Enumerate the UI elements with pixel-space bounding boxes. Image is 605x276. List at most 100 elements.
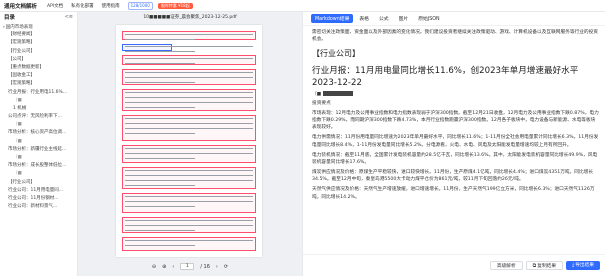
outline-item-label: 行业月报：行业用电11.6%... xyxy=(8,89,68,95)
outline-item[interactable]: 【固收金工】 xyxy=(0,72,77,80)
page-text-line xyxy=(125,46,253,48)
outline-item-label: 【固收金工】 xyxy=(8,73,35,79)
outline-item[interactable]: （■ xyxy=(0,97,77,105)
outline-header: 目录 <≡ xyxy=(0,12,77,22)
page-text-line xyxy=(125,82,195,84)
outline-item-label: （■ xyxy=(13,155,22,160)
page-text-line xyxy=(125,63,195,65)
zoom-out-icon[interactable]: ⊖ xyxy=(152,264,156,270)
outline-item[interactable]: （■ xyxy=(0,170,77,178)
page-text-line xyxy=(125,225,253,227)
page-text-line xyxy=(125,158,195,160)
page-text-line xyxy=(125,51,195,53)
tab-4[interactable]: 原始JSON xyxy=(414,14,443,23)
article-title: 行业月报：11月用电量同比增长11.6%，创2023年单月增速最好水平 2023… xyxy=(312,65,579,88)
page-text-line xyxy=(125,118,253,120)
outline-item-label: 市场分析：核心资产高位调... xyxy=(8,130,67,136)
outline-item[interactable]: （■ xyxy=(0,121,77,129)
collapse-sidebar-icon[interactable]: <≡ xyxy=(65,14,73,20)
outline-item-label: （■ xyxy=(13,122,22,128)
page-text-line xyxy=(125,185,195,187)
outline-item-label: 【宏观策略】 xyxy=(8,40,35,46)
tab-1[interactable]: 表格 xyxy=(355,14,373,23)
author-line: （■ xyxy=(312,90,600,98)
app-logo[interactable]: 通用文档解析 xyxy=(4,2,37,10)
outline-item[interactable]: 行业月报：行业用电11.6%... xyxy=(0,89,77,97)
pdf-filename: 10■■■■■证券_晨会聚焦_2023-12-25.pdf xyxy=(143,15,237,20)
outline-item-label: 【行业公司】 xyxy=(8,48,35,54)
outline-item[interactable]: 【宏观策略】 xyxy=(0,80,77,88)
body-paragraph: 市场表现：12月电力及公用事业指数和电力指数表现弱于沪深300指数。截至12月2… xyxy=(312,110,599,131)
pdf-viewer: 10■■■■■证券_晨会聚焦_2023-12-25.pdf ⊖ ⊕ ‹ 1 / … xyxy=(78,12,302,276)
outline-item[interactable]: 【财经要闻】 xyxy=(0,31,77,39)
page-text-line xyxy=(125,180,253,182)
next-page-icon[interactable]: › xyxy=(216,264,218,270)
outline-item[interactable]: ▾国内市场表现 xyxy=(0,23,77,31)
outline-item[interactable]: 【行业公司】 xyxy=(0,179,77,187)
nav-private-deploy[interactable]: 私有化部署 xyxy=(71,3,94,9)
outline-item[interactable]: （■ xyxy=(0,154,77,162)
page-text-line xyxy=(125,201,253,203)
outline-item[interactable]: 行业公司：新材料景气... xyxy=(0,203,77,211)
outline-item[interactable]: （■ xyxy=(0,138,77,146)
outline-item[interactable]: 【重点数据更新】 xyxy=(0,64,77,72)
outline-item-label: 公司点评：无风险利率下... xyxy=(8,114,62,120)
outline-item[interactable]: 【行业公司】 xyxy=(0,48,77,56)
page-text-line xyxy=(125,39,195,41)
tab-2[interactable]: 公式 xyxy=(375,14,393,23)
page-text-line xyxy=(125,123,253,125)
outline-item-label: 行业公司：新材料景气... xyxy=(8,204,58,210)
body-paragraphs: 市场表现：12月电力及公用事业指数和电力指数表现弱于沪深300指数。截至12月2… xyxy=(312,110,600,201)
page-text-line xyxy=(125,107,195,109)
copy-label: 复制结果 xyxy=(537,264,557,269)
page-text-line xyxy=(125,92,253,94)
author-prefix: （■ xyxy=(312,91,322,97)
tab-0[interactable]: Markdown结果 xyxy=(311,14,354,23)
rotate-icon[interactable]: ⟳ xyxy=(224,264,228,270)
download-icon: ⤓ xyxy=(572,262,575,268)
body-paragraph: 天然气供应情况及价格：天然气生产增速放缓，进口增速增长。11月份，生产天然气19… xyxy=(312,187,595,200)
zoom-in-icon[interactable]: ⊕ xyxy=(162,264,166,270)
prev-page-icon[interactable]: ‹ xyxy=(172,264,174,270)
nav-guide[interactable]: 使用指南 xyxy=(102,3,120,9)
page-text-line xyxy=(125,240,253,242)
export-result-button[interactable]: ⤓导出结果 xyxy=(566,261,600,270)
pdf-page[interactable] xyxy=(116,25,262,257)
outline-item-label: （■ xyxy=(13,97,22,103)
tab-3[interactable]: 图片 xyxy=(395,14,413,23)
outline-item[interactable]: 市场分析：核心资产高位调... xyxy=(0,129,77,137)
markdown-result: 需密切关注政策面、资金面以及外部因素的变化情况。我们建议投资者继续关注政策驱动、… xyxy=(312,29,600,251)
page-text-line xyxy=(125,175,253,177)
outline-item[interactable]: 市场分析：成长股整体低位... xyxy=(0,162,77,170)
page-text-line xyxy=(125,170,253,172)
body-paragraph: 煤炭供应情况及价格：原煤生产平稳较快，进口较快增长。11月份，生产原煤4.1亿吨… xyxy=(312,169,594,183)
outline-item[interactable]: 【宏观策略】 xyxy=(0,39,77,47)
outline-item[interactable]: 1 机械 xyxy=(0,105,77,113)
page-text-line xyxy=(125,153,253,155)
promo-badge[interactable]: 限时特惠 ¥18起 xyxy=(157,2,193,9)
chevron-down-icon[interactable]: ▾ xyxy=(3,25,5,29)
viewer-controls: ⊖ ⊕ ‹ 1 / 16 › ⟳ xyxy=(78,257,302,276)
body-paragraph: 电力供需情况：11月份用电量同比增速为2023年单月最好水平，同比增长11.6%… xyxy=(312,135,599,148)
outline-list: ▾国内市场表现 【财经要闻】 【宏观策略】 【行业公司】 【公司】 【重点数据更新】 【固收… xyxy=(0,22,77,211)
outline-item-label: 【行业公司】 xyxy=(8,179,35,185)
advanced-parse-button[interactable]: 高级解析 xyxy=(489,261,523,270)
outline-item-label: （■ xyxy=(13,138,22,144)
page-text-line xyxy=(125,206,195,208)
nav-api-docs[interactable]: API文档 xyxy=(47,3,63,9)
copy-result-button[interactable]: ⧉复制结果 xyxy=(525,261,564,270)
page-text-line xyxy=(125,245,195,247)
outline-item[interactable]: 行业公司：11月用电量同... xyxy=(0,187,77,195)
outline-item[interactable]: 市场分析：新疆行业主线延... xyxy=(0,146,77,154)
outline-item-label: 市场分析：成长股整体低位... xyxy=(8,163,67,169)
result-panel: Markdown结果 表格 公式 图片 原始JSON 需密切关注政策面、资金面以及外部因… xyxy=(302,12,605,276)
outline-item-label: 【宏观策略】 xyxy=(8,81,35,87)
outline-item[interactable]: 行业公司：11月份钢材... xyxy=(0,195,77,203)
outline-item[interactable]: 【公司】 xyxy=(0,56,77,64)
outline-title: 目录 xyxy=(4,15,16,21)
page-number-input[interactable]: 1 xyxy=(180,263,195,270)
copy-icon: ⧉ xyxy=(532,263,537,269)
section-heading: 【行业公司】 xyxy=(312,48,360,58)
usage-quota-badge: 128/1000 xyxy=(127,1,153,10)
outline-item[interactable]: 公司点评：无风险利率下... xyxy=(0,113,77,121)
